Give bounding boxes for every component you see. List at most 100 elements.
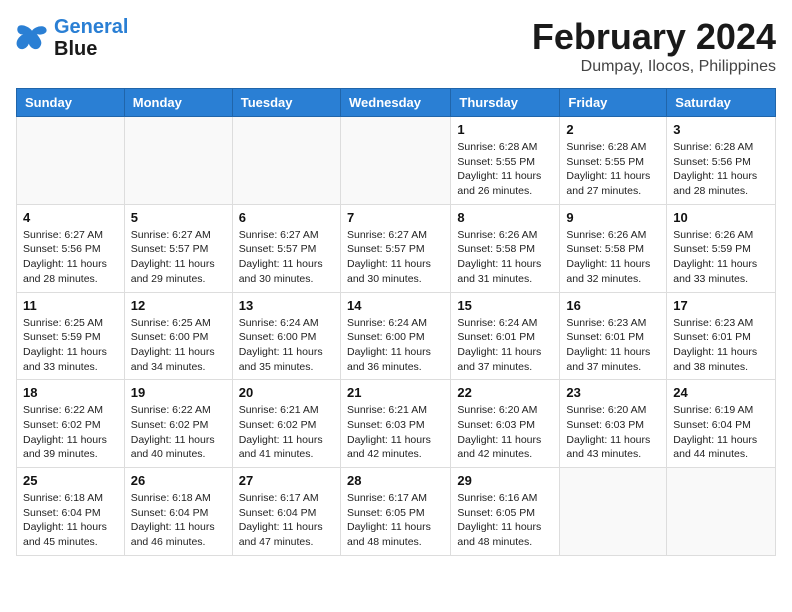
- calendar-cell: 12Sunrise: 6:25 AM Sunset: 6:00 PM Dayli…: [124, 292, 232, 380]
- cell-daylight-info: Sunrise: 6:25 AM Sunset: 5:59 PM Dayligh…: [23, 316, 118, 375]
- calendar-cell: 8 Sunrise: 6:26 AM Sunset: 5:58 PM Daylig…: [451, 204, 560, 292]
- cell-daylight-info: Sunrise: 6:18 AM Sunset: 6:04 PM Dayligh…: [23, 491, 118, 550]
- cell-daylight-info: Sunrise: 6:22 AM Sunset: 6:02 PM Dayligh…: [131, 403, 226, 462]
- cell-daylight-info: Sunrise: 6:27 AM Sunset: 5:57 PM Dayligh…: [239, 228, 334, 287]
- cell-daylight-info: Sunrise: 6:26 AM Sunset: 5:58 PM Dayligh…: [566, 228, 660, 287]
- cell-daylight-info: Sunrise: 6:26 AM Sunset: 5:58 PM Dayligh…: [457, 228, 553, 287]
- calendar-cell: 13 Sunrise: 6:24 AM Sunset: 6:00 PM Dayli…: [232, 292, 340, 380]
- weekday-header-wednesday: Wednesday: [340, 89, 450, 117]
- logo-text: General Blue: [54, 16, 128, 60]
- calendar-cell: [124, 117, 232, 205]
- cell-daylight-info: Sunrise: 6:18 AM Sunset: 6:04 PM Dayligh…: [131, 491, 226, 550]
- cell-daylight-info: Sunrise: 6:19 AM Sunset: 6:04 PM Dayligh…: [673, 403, 769, 462]
- cell-daylight-info: Sunrise: 6:21 AM Sunset: 6:03 PM Dayligh…: [347, 403, 444, 462]
- calendar-cell: [17, 117, 125, 205]
- day-number: 15: [457, 298, 553, 313]
- week-row-3: 11Sunrise: 6:25 AM Sunset: 5:59 PM Dayli…: [17, 292, 776, 380]
- cell-daylight-info: Sunrise: 6:20 AM Sunset: 6:03 PM Dayligh…: [566, 403, 660, 462]
- day-number: 21: [347, 385, 444, 400]
- cell-daylight-info: Sunrise: 6:16 AM Sunset: 6:05 PM Dayligh…: [457, 491, 553, 550]
- calendar-cell: 6 Sunrise: 6:27 AM Sunset: 5:57 PM Daylig…: [232, 204, 340, 292]
- week-row-2: 4 Sunrise: 6:27 AM Sunset: 5:56 PM Daylig…: [17, 204, 776, 292]
- calendar-cell: 22Sunrise: 6:20 AM Sunset: 6:03 PM Dayli…: [451, 380, 560, 468]
- page-header: General Blue February 2024 Dumpay, Iloco…: [16, 16, 776, 76]
- week-row-5: 25 Sunrise: 6:18 AM Sunset: 6:04 PM Dayli…: [17, 468, 776, 556]
- day-number: 26: [131, 473, 226, 488]
- day-number: 6: [239, 210, 334, 225]
- calendar-cell: 28 Sunrise: 6:17 AM Sunset: 6:05 PM Dayli…: [340, 468, 450, 556]
- cell-daylight-info: Sunrise: 6:20 AM Sunset: 6:03 PM Dayligh…: [457, 403, 553, 462]
- logo: General Blue: [16, 16, 128, 60]
- day-number: 20: [239, 385, 334, 400]
- day-number: 2: [566, 122, 660, 137]
- location: Dumpay, Ilocos, Philippines: [532, 58, 776, 76]
- cell-daylight-info: Sunrise: 6:17 AM Sunset: 6:04 PM Dayligh…: [239, 491, 334, 550]
- weekday-header-friday: Friday: [560, 89, 667, 117]
- weekday-header-monday: Monday: [124, 89, 232, 117]
- week-row-4: 18 Sunrise: 6:22 AM Sunset: 6:02 PM Dayli…: [17, 380, 776, 468]
- cell-daylight-info: Sunrise: 6:24 AM Sunset: 6:01 PM Dayligh…: [457, 316, 553, 375]
- cell-daylight-info: Sunrise: 6:27 AM Sunset: 5:56 PM Dayligh…: [23, 228, 118, 287]
- cell-daylight-info: Sunrise: 6:26 AM Sunset: 5:59 PM Dayligh…: [673, 228, 769, 287]
- calendar-cell: 3 Sunrise: 6:28 AM Sunset: 5:56 PM Daylig…: [667, 117, 776, 205]
- day-number: 3: [673, 122, 769, 137]
- day-number: 16: [566, 298, 660, 313]
- day-number: 23: [566, 385, 660, 400]
- calendar-cell: [340, 117, 450, 205]
- cell-daylight-info: Sunrise: 6:17 AM Sunset: 6:05 PM Dayligh…: [347, 491, 444, 550]
- day-number: 10: [673, 210, 769, 225]
- cell-daylight-info: Sunrise: 6:24 AM Sunset: 6:00 PM Dayligh…: [239, 316, 334, 375]
- calendar-cell: 27 Sunrise: 6:17 AM Sunset: 6:04 PM Dayli…: [232, 468, 340, 556]
- day-number: 8: [457, 210, 553, 225]
- calendar-cell: 9 Sunrise: 6:26 AM Sunset: 5:58 PM Daylig…: [560, 204, 667, 292]
- calendar-cell: 17Sunrise: 6:23 AM Sunset: 6:01 PM Dayli…: [667, 292, 776, 380]
- day-number: 12: [131, 298, 226, 313]
- calendar-cell: [667, 468, 776, 556]
- weekday-header-tuesday: Tuesday: [232, 89, 340, 117]
- day-number: 29: [457, 473, 553, 488]
- cell-daylight-info: Sunrise: 6:22 AM Sunset: 6:02 PM Dayligh…: [23, 403, 118, 462]
- cell-daylight-info: Sunrise: 6:28 AM Sunset: 5:55 PM Dayligh…: [457, 140, 553, 199]
- calendar-cell: 11Sunrise: 6:25 AM Sunset: 5:59 PM Dayli…: [17, 292, 125, 380]
- calendar-table: SundayMondayTuesdayWednesdayThursdayFrid…: [16, 88, 776, 556]
- calendar-cell: 19 Sunrise: 6:22 AM Sunset: 6:02 PM Dayli…: [124, 380, 232, 468]
- calendar-cell: 23 Sunrise: 6:20 AM Sunset: 6:03 PM Dayli…: [560, 380, 667, 468]
- calendar-cell: [232, 117, 340, 205]
- calendar-cell: 4 Sunrise: 6:27 AM Sunset: 5:56 PM Daylig…: [17, 204, 125, 292]
- day-number: 9: [566, 210, 660, 225]
- day-number: 18: [23, 385, 118, 400]
- calendar-cell: 18 Sunrise: 6:22 AM Sunset: 6:02 PM Dayli…: [17, 380, 125, 468]
- calendar-cell: 15 Sunrise: 6:24 AM Sunset: 6:01 PM Dayli…: [451, 292, 560, 380]
- calendar-cell: 7Sunrise: 6:27 AM Sunset: 5:57 PM Daylig…: [340, 204, 450, 292]
- calendar-cell: 21 Sunrise: 6:21 AM Sunset: 6:03 PM Dayli…: [340, 380, 450, 468]
- day-number: 17: [673, 298, 769, 313]
- weekday-header-thursday: Thursday: [451, 89, 560, 117]
- weekday-header-saturday: Saturday: [667, 89, 776, 117]
- day-number: 25: [23, 473, 118, 488]
- calendar-cell: 20Sunrise: 6:21 AM Sunset: 6:02 PM Dayli…: [232, 380, 340, 468]
- cell-daylight-info: Sunrise: 6:27 AM Sunset: 5:57 PM Dayligh…: [131, 228, 226, 287]
- calendar-cell: 16 Sunrise: 6:23 AM Sunset: 6:01 PM Dayli…: [560, 292, 667, 380]
- logo-bird-icon: [16, 24, 48, 52]
- title-area: February 2024 Dumpay, Ilocos, Philippine…: [532, 16, 776, 76]
- cell-daylight-info: Sunrise: 6:23 AM Sunset: 6:01 PM Dayligh…: [566, 316, 660, 375]
- calendar-cell: 25 Sunrise: 6:18 AM Sunset: 6:04 PM Dayli…: [17, 468, 125, 556]
- day-number: 4: [23, 210, 118, 225]
- day-number: 14: [347, 298, 444, 313]
- calendar-cell: 1 Sunrise: 6:28 AM Sunset: 5:55 PM Daylig…: [451, 117, 560, 205]
- day-number: 1: [457, 122, 553, 137]
- cell-daylight-info: Sunrise: 6:24 AM Sunset: 6:00 PM Dayligh…: [347, 316, 444, 375]
- calendar-cell: 24 Sunrise: 6:19 AM Sunset: 6:04 PM Dayli…: [667, 380, 776, 468]
- day-number: 27: [239, 473, 334, 488]
- calendar-cell: 10 Sunrise: 6:26 AM Sunset: 5:59 PM Dayli…: [667, 204, 776, 292]
- cell-daylight-info: Sunrise: 6:28 AM Sunset: 5:55 PM Dayligh…: [566, 140, 660, 199]
- day-number: 24: [673, 385, 769, 400]
- cell-daylight-info: Sunrise: 6:27 AM Sunset: 5:57 PM Dayligh…: [347, 228, 444, 287]
- day-number: 28: [347, 473, 444, 488]
- day-number: 19: [131, 385, 226, 400]
- day-number: 13: [239, 298, 334, 313]
- calendar-cell: [560, 468, 667, 556]
- cell-daylight-info: Sunrise: 6:28 AM Sunset: 5:56 PM Dayligh…: [673, 140, 769, 199]
- weekday-header-sunday: Sunday: [17, 89, 125, 117]
- month-year: February 2024: [532, 16, 776, 58]
